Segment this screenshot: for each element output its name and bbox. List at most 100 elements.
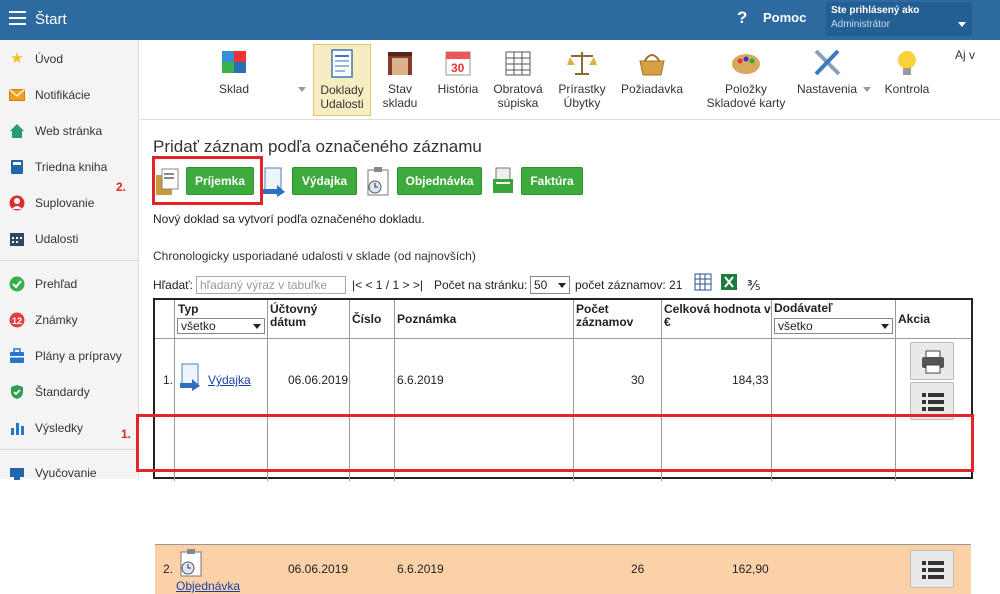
chevron-down-icon[interactable] [298, 87, 306, 92]
row-type-link[interactable]: Výdajka [208, 373, 251, 387]
dodavatel-filter-select[interactable]: všetko [774, 318, 893, 334]
page-title: Pridať záznam podľa označeného záznamu [153, 137, 482, 156]
hamburger-menu-icon[interactable] [9, 11, 26, 25]
toolbar-label: Položky [724, 82, 768, 96]
toolbar-label: Stav [387, 82, 412, 96]
toolbar-prirastky-ubytky[interactable]: Prírastky Úbytky [554, 48, 610, 116]
briefcase-icon [9, 348, 25, 364]
table-icon [502, 48, 534, 78]
issue-document-icon [261, 165, 287, 197]
sidebar-item-plany[interactable]: Plány a prípravy [0, 340, 139, 370]
sidebar-item-label: Štandardy [35, 385, 90, 399]
scales-icon [566, 48, 598, 78]
svg-text:2: 2 [17, 316, 22, 326]
sidebar-item-label: Úvod [35, 52, 64, 66]
sidebar-item-prehlad[interactable]: Prehľad [0, 268, 139, 298]
toolbar-poziadavka[interactable]: Požiadavka [617, 48, 687, 116]
chevron-down-icon[interactable] [863, 87, 871, 92]
col-header-pocet[interactable]: Počet záznamov [576, 303, 633, 329]
header-line: záznamov [576, 315, 634, 329]
toolbar-kontrola[interactable]: Kontrola [879, 48, 935, 116]
toolbar-stav-skladu[interactable]: Stav skladu [375, 48, 425, 116]
issue-document-icon [178, 362, 204, 395]
lightbulb-icon [891, 48, 923, 78]
module-toolbar: Sklad Doklady Udalosti Stav skladu 30 Hi… [140, 40, 1000, 120]
basket-icon [636, 48, 668, 78]
vydajka-button[interactable]: Výdajka [292, 167, 357, 195]
book-icon [9, 159, 25, 175]
col-header-hodnota[interactable]: Celková hodnota v € [664, 303, 771, 329]
toolbar-label: Kontrola [884, 82, 930, 96]
toolbar-label: súpiska [497, 96, 539, 110]
help-link[interactable]: Pomoc [763, 10, 806, 25]
row-type-link[interactable]: Objednávka [176, 579, 240, 593]
toolbar-nastavenia[interactable]: Nastavenia [794, 48, 860, 116]
calendar-icon [9, 231, 25, 247]
header-line: Účtovný [270, 302, 318, 316]
col-header-datum[interactable]: Účtovný dátum [270, 303, 317, 329]
sidebar-item-label: Web stránka [35, 124, 103, 138]
sidebar-item-znamky[interactable]: 12 Známky [0, 304, 139, 334]
search-label: Hľadať: [153, 278, 194, 292]
col-header-typ[interactable]: Typ [178, 303, 198, 316]
toolbar-sklad[interactable]: Sklad [198, 48, 270, 116]
palette-icon [730, 48, 762, 78]
fraction-icon[interactable]: ⅗ [747, 276, 761, 294]
search-input[interactable]: hľadaný výraz v tabuľke [196, 276, 346, 294]
sidebar-item-notifikacie[interactable]: Notifikácie [0, 79, 139, 109]
toolbar-label: skladu [382, 96, 418, 110]
header-line: Celková hodnota v [664, 302, 771, 316]
star-icon: ★ [10, 50, 24, 67]
svg-text:30: 30 [451, 61, 465, 75]
shield-check-icon [9, 384, 25, 400]
toolbar-label: História [437, 82, 479, 96]
table-view-icon[interactable] [694, 273, 712, 291]
bar-chart-icon [9, 420, 25, 436]
toolbar-aj-v[interactable]: Aj v [955, 48, 995, 116]
sidebar-item-uvod[interactable]: ★ Úvod [0, 43, 139, 73]
house-icon [9, 123, 25, 139]
print-button[interactable] [910, 342, 954, 380]
typ-filter-select[interactable]: všetko [177, 318, 265, 334]
per-page-select[interactable]: 50 [530, 276, 570, 294]
sidebar-item-web-stranka[interactable]: Web stránka [0, 115, 139, 145]
col-header-cislo[interactable]: Číslo [352, 313, 381, 326]
toolbar-label: Úbytky [563, 96, 601, 110]
pager[interactable]: |< < 1 / 1 > >| [352, 276, 423, 294]
faktura-button[interactable]: Faktúra [521, 167, 583, 195]
sidebar-item-label: Notifikácie [35, 88, 91, 102]
sidebar-item-vyucovanie[interactable]: Vyučovanie [0, 457, 139, 487]
toolbar-label: Obratová [493, 82, 543, 96]
row-count: 30 [631, 373, 645, 387]
excel-export-icon[interactable] [720, 273, 738, 291]
help-icon[interactable]: ? [737, 8, 747, 28]
top-bar: Štart ? Pomoc Ste prihlásený ako Adminis… [0, 0, 1000, 40]
check-circle-icon [9, 276, 25, 292]
toolbar-polozky-skladove-karty[interactable]: Položky Skladové karty [703, 48, 789, 116]
grades-icon: 12 [9, 312, 25, 328]
user-menu[interactable]: Ste prihlásený ako Administrátor [826, 2, 972, 36]
list-detail-button[interactable] [910, 550, 954, 588]
col-header-poznamka[interactable]: Poznámka [397, 313, 456, 326]
toolbar-doklady-udalosti[interactable]: Doklady Udalosti [313, 44, 371, 116]
toolbar-obratova-supiska[interactable]: Obratová súpiska [490, 48, 546, 116]
col-header-dodavatel[interactable]: Dodávateľ [774, 302, 833, 315]
sidebar-item-label: Triedna kniha [35, 160, 108, 174]
row-date: 06.06.2019 [288, 562, 349, 576]
sidebar-item-udalosti[interactable]: Udalosti [0, 223, 139, 253]
row-note: 6.6.2019 [397, 373, 444, 387]
toolbar-label: Požiadavka [620, 82, 684, 96]
user-role: Administrátor [831, 19, 890, 30]
calendar-30-icon: 30 [442, 48, 474, 78]
toolbar-historia[interactable]: 30 História [432, 48, 484, 116]
dodavatel-filter-value: všetko [778, 319, 813, 333]
per-page-value: 50 [534, 278, 548, 292]
sidebar-item-vysledky[interactable]: Výsledky [0, 412, 139, 442]
chevron-down-icon [558, 283, 566, 288]
sidebar-item-triedna-kniha[interactable]: Triedna kniha [0, 151, 139, 181]
typ-filter-value: všetko [181, 319, 216, 333]
app-title[interactable]: Štart [35, 11, 67, 28]
objednavka-button[interactable]: Objednávka [397, 167, 482, 195]
annotation-label-2: 2. [116, 180, 127, 194]
sidebar-item-standardy[interactable]: Štandardy [0, 376, 139, 406]
